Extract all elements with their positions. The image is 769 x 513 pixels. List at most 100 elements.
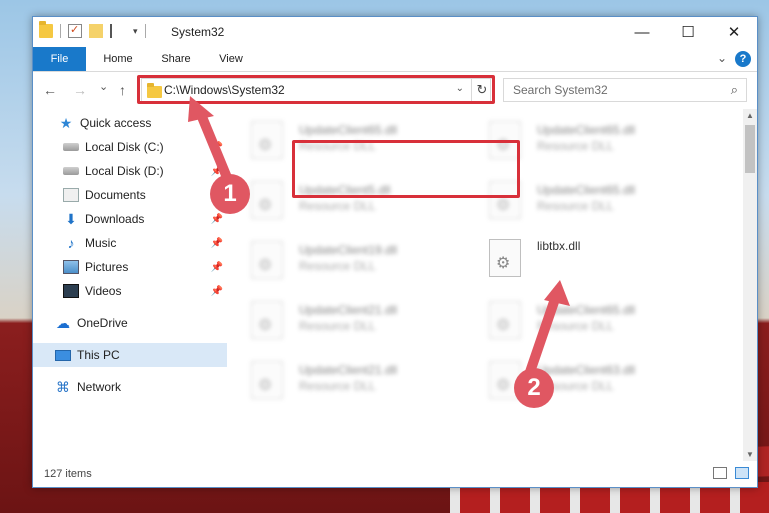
network-icon: ⌘ [56,379,70,395]
onedrive-icon: ☁ [56,315,70,331]
file-item[interactable]: UpdateClient19.dll Resource DLL [229,235,449,291]
sidebar-item-label: Music [85,236,117,250]
customize-toolbar-chevron-icon[interactable]: ▾ [133,26,138,37]
navigation-pane: ★ Quick access Local Disk (C:) 📌 Local D… [33,109,227,461]
properties-icon[interactable] [68,23,82,38]
dll-file-icon [251,301,283,339]
file-name: UpdateClient65.dll [537,123,636,137]
tab-home[interactable]: Home [93,47,143,71]
window-controls: — ☐ ✕ [619,17,757,47]
file-highlight-box [292,140,520,198]
music-icon: ♪ [67,235,75,251]
search-input[interactable]: Search System32 [513,83,608,97]
dll-file-icon [251,181,283,219]
file-description: Resource DLL [299,379,376,393]
toolbar-divider [60,24,61,38]
ribbon-tabs: File Home Share View ⌄ ? [33,47,757,72]
drive-icon [63,143,79,151]
title-bar: ▾ System32 — ☐ ✕ [33,17,757,47]
pin-icon[interactable]: 📌 [211,238,223,249]
file-item[interactable]: UpdateClient63.dll Resource DLL [467,355,687,411]
help-button[interactable]: ? [735,51,751,67]
sidebar-item-label: Videos [85,284,122,298]
sidebar-item-downloads[interactable]: ⬇ Downloads 📌 [33,207,227,231]
videos-icon [63,284,79,298]
tiles-view-icon[interactable] [735,467,749,479]
search-box[interactable]: Search System32 ⌕ [503,78,747,102]
tab-file[interactable]: File [33,47,86,71]
vertical-scrollbar[interactable]: ▲ ▼ [743,109,757,461]
file-description: Resource DLL [537,319,614,333]
file-item[interactable]: UpdateClient65.dll Resource DLL [467,295,687,351]
tab-share[interactable]: Share [151,47,201,71]
file-explorer-window: ▾ System32 — ☐ ✕ File Home Share View ⌄ … [32,16,758,488]
sidebar-item-onedrive[interactable]: ☁ OneDrive [33,311,227,335]
close-button[interactable]: ✕ [711,17,757,47]
view-icon[interactable] [110,24,126,38]
up-arrow-icon[interactable]: ↑ [119,82,126,98]
pin-icon[interactable]: 📌 [211,214,223,225]
recent-locations-chevron-icon[interactable]: ⌄ [99,80,108,93]
file-description: Resource DLL [537,199,614,213]
file-name: UpdateClient21.dll [299,303,398,317]
pin-icon[interactable]: 📌 [211,286,223,297]
scroll-up-arrow-icon[interactable]: ▲ [746,111,754,120]
address-highlight-box [137,75,495,104]
sidebar-item-local-disk-d[interactable]: Local Disk (D:) 📌 [33,159,227,183]
file-name: UpdateClient19.dll [299,243,398,257]
forward-arrow-icon[interactable]: → [73,82,87,98]
file-description: Resource DLL [299,199,376,213]
downloads-icon: ⬇ [65,211,77,227]
sidebar-item-label: This PC [77,348,120,362]
sidebar-item-label: Pictures [85,260,129,274]
file-description: Resource DLL [537,139,614,153]
sidebar-item-this-pc[interactable]: This PC [33,343,227,367]
file-description: Resource DLL [299,259,376,273]
scrollbar-thumb[interactable] [745,125,755,173]
navigation-bar: ← → ⌄ ↑ C:\Windows\System32 ⌄ ↻ Search S… [33,72,757,108]
file-description: Resource DLL [299,319,376,333]
item-count: 127 items [44,468,92,480]
sidebar-item-network[interactable]: ⌘ Network [33,375,227,399]
expand-ribbon-chevron-icon[interactable]: ⌄ [717,51,727,65]
pictures-icon [63,260,79,274]
computer-icon [55,349,71,361]
dll-file-icon [251,121,283,159]
sidebar-item-local-disk-c[interactable]: Local Disk (C:) 📌 [33,135,227,159]
scroll-down-arrow-icon[interactable]: ▼ [746,450,754,459]
toolbar-divider [144,24,146,38]
step2-badge: 2 [514,368,554,408]
folder-icon [39,21,53,38]
sidebar-item-pictures[interactable]: Pictures 📌 [33,255,227,279]
file-item-libtbx-dll[interactable]: libtbx.dll [467,235,687,291]
window-title: System32 [171,25,225,39]
file-name: UpdateClient21.dll [299,363,398,377]
sidebar-item-music[interactable]: ♪ Music 📌 [33,231,227,255]
sidebar-item-label: Documents [85,188,146,202]
sidebar-item-label: Quick access [80,116,152,130]
file-name: UpdateClient65.dll [299,123,398,137]
documents-icon [63,188,79,202]
minimize-button[interactable]: — [619,17,665,47]
details-view-icon[interactable] [713,467,727,479]
dll-file-icon [489,239,521,277]
new-folder-icon[interactable] [89,24,103,38]
drive-icon [63,167,79,175]
sidebar-item-quick-access[interactable]: ★ Quick access [33,111,227,135]
status-bar: 127 items [33,461,757,487]
pin-icon[interactable]: 📌 [211,142,223,153]
file-item[interactable]: UpdateClient21.dll Resource DLL [229,295,449,351]
maximize-button[interactable]: ☐ [665,17,711,47]
sidebar-item-documents[interactable]: Documents 📌 [33,183,227,207]
pin-icon[interactable]: 📌 [211,262,223,273]
view-switcher [713,467,749,479]
search-icon[interactable]: ⌕ [731,82,738,98]
sidebar-item-videos[interactable]: Videos 📌 [33,279,227,303]
sidebar-item-label: Local Disk (D:) [85,164,164,178]
tab-view[interactable]: View [207,47,255,71]
quick-access-toolbar: ▾ [39,21,146,38]
back-arrow-icon[interactable]: ← [43,82,57,98]
file-name: UpdateClient63.dll [537,363,636,377]
star-icon: ★ [59,115,73,131]
file-item[interactable]: UpdateClient21.dll Resource DLL [229,355,449,411]
